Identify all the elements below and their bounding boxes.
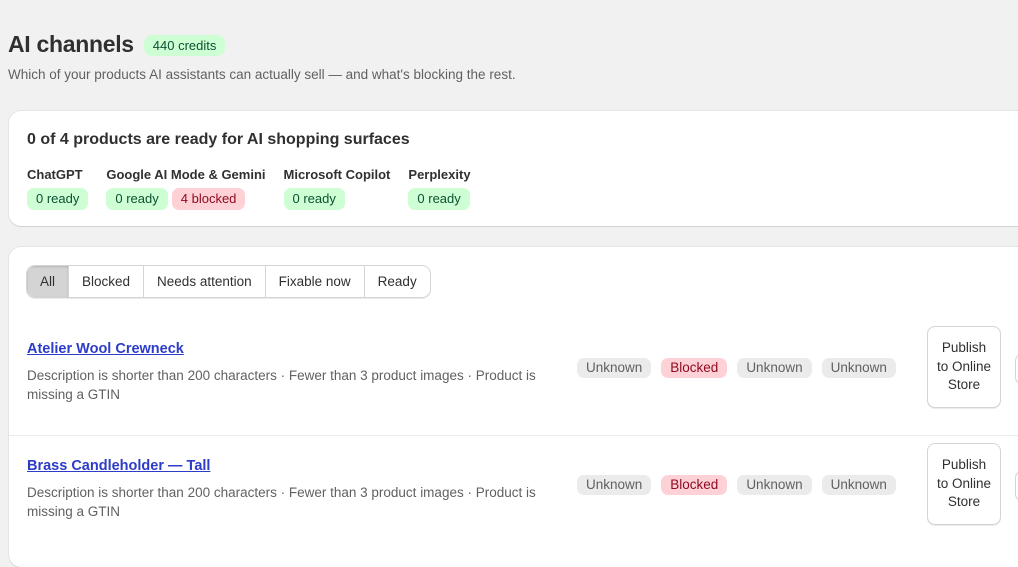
tab-fixable-now[interactable]: Fixable now xyxy=(265,266,365,297)
status-badge-chatgpt: Unknown xyxy=(577,358,652,378)
product-row: Brass Candleholder — Tall Description is… xyxy=(9,440,1018,552)
surface-badges: 0 ready 4 blocked xyxy=(106,188,265,210)
surface-badges: 0 ready xyxy=(283,188,391,210)
filter-tabs: All Blocked Needs attention Fixable now … xyxy=(26,265,431,298)
ready-badge: 0 ready xyxy=(27,188,89,210)
status-badge-chatgpt: Unknown xyxy=(577,475,652,495)
tab-ready[interactable]: Ready xyxy=(364,266,430,297)
blocked-badge: 4 blocked xyxy=(171,188,246,210)
status-badge-copilot: Unknown xyxy=(737,358,812,378)
status-badge-google: Blocked xyxy=(661,358,728,378)
surface-google: Google AI Mode & Gemini 0 ready 4 blocke… xyxy=(106,167,266,210)
summary-title: 0 of 4 products are ready for AI shoppin… xyxy=(27,131,410,148)
surface-name: ChatGPT xyxy=(27,167,83,182)
tab-needs-attention[interactable]: Needs attention xyxy=(144,266,266,297)
surface-status-list: Unknown Blocked Unknown Unknown xyxy=(577,358,896,378)
ready-badge: 0 ready xyxy=(283,188,345,210)
status-badge-perplexity: Unknown xyxy=(821,475,896,495)
publish-to-online-store-button[interactable]: Publish to Online Store xyxy=(927,326,1001,408)
publish-to-online-store-button[interactable]: Publish to Online Store xyxy=(927,443,1001,525)
readiness-summary-card: 0 of 4 products are ready for AI shoppin… xyxy=(9,111,1018,226)
product-issues: Description is shorter than 200 characte… xyxy=(27,485,536,519)
surface-badges: 0 ready xyxy=(27,188,89,210)
surface-name: Perplexity xyxy=(408,167,471,182)
product-name-link[interactable]: Brass Candleholder — Tall xyxy=(27,458,210,474)
surface-perplexity: Perplexity 0 ready xyxy=(408,167,471,210)
status-badge-perplexity: Unknown xyxy=(821,358,896,378)
surface-badges: 0 ready xyxy=(408,188,470,210)
product-row: Atelier Wool Crewneck Description is sho… xyxy=(9,323,1018,436)
tab-blocked[interactable]: Blocked xyxy=(69,266,145,297)
tab-all[interactable]: All xyxy=(27,266,70,297)
page-subtitle: Which of your products AI assistants can… xyxy=(8,67,516,82)
title-row: AI channels 440 credits xyxy=(8,31,516,58)
credits-badge: 440 credits xyxy=(143,35,226,56)
page-title: AI channels xyxy=(8,31,134,57)
status-badge-google: Blocked xyxy=(661,475,728,495)
product-list-card: All Blocked Needs attention Fixable now … xyxy=(9,247,1018,567)
surface-copilot: Microsoft Copilot 0 ready xyxy=(283,167,391,210)
ready-badge: 0 ready xyxy=(408,188,470,210)
surface-name: Microsoft Copilot xyxy=(283,167,391,182)
surface-list: ChatGPT 0 ready Google AI Mode & Gemini … xyxy=(27,167,489,210)
surface-chatgpt: ChatGPT 0 ready xyxy=(27,167,89,210)
product-name-link[interactable]: Atelier Wool Crewneck xyxy=(27,341,184,357)
status-badge-copilot: Unknown xyxy=(737,475,812,495)
ready-badge: 0 ready xyxy=(106,188,168,210)
surface-status-list: Unknown Blocked Unknown Unknown xyxy=(577,475,896,495)
page-header: AI channels 440 credits Which of your pr… xyxy=(8,31,516,82)
surface-name: Google AI Mode & Gemini xyxy=(106,167,266,182)
product-issues: Description is shorter than 200 characte… xyxy=(27,368,536,402)
